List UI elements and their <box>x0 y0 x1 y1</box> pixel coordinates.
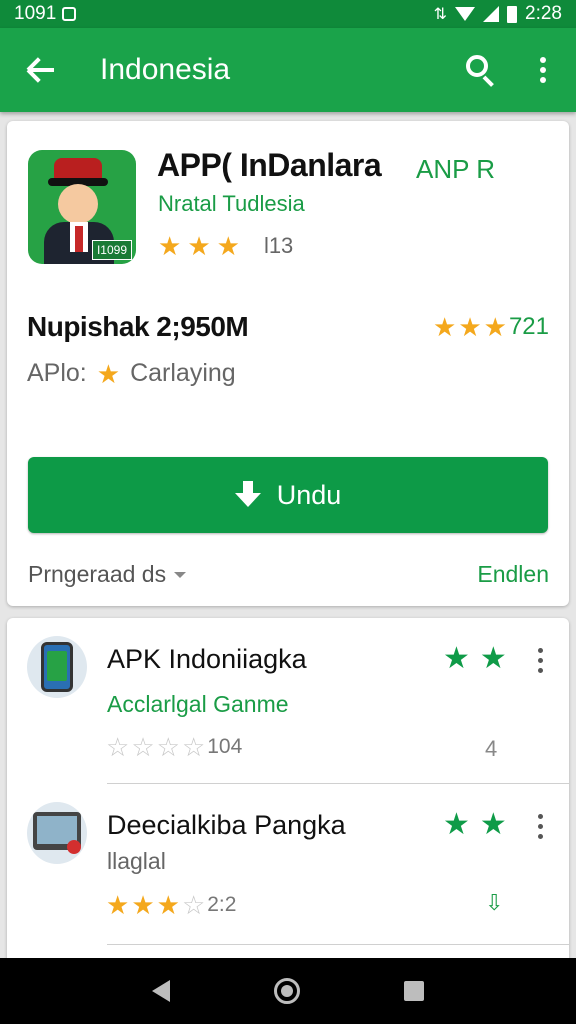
status-time-left: 1091 <box>14 3 57 24</box>
developer-link[interactable]: Nratal Tudlesia <box>158 191 305 217</box>
list-item-rating-text: 2:2 <box>207 893 237 916</box>
star-icon: ★ <box>131 890 155 920</box>
related-apps-card: APK Indoniiagka ★ ★ Acclarlgal Ganme ☆ ☆… <box>7 618 569 978</box>
list-item-stars: ★ ★ <box>443 644 507 674</box>
app-icon: I1099 <box>28 150 136 264</box>
list-item-rating: ☆ ☆ ☆ ☆ 104 <box>106 734 242 760</box>
status-bar: 1091 ⇅ 2:28 <box>0 0 576 28</box>
star-icon: ★ <box>483 312 507 342</box>
battery-icon <box>507 5 518 23</box>
page-title: Indonesia <box>100 53 231 86</box>
star-icon: ☆ <box>156 732 180 762</box>
signal-icon <box>483 6 500 22</box>
more-options-icon[interactable] <box>528 53 558 87</box>
data-icon: ⇅ <box>433 6 448 23</box>
star-icon: ★ <box>479 642 507 675</box>
app-thumbnail <box>27 636 87 698</box>
star-icon: ★ <box>158 231 182 261</box>
app-detail-card: I1099 APP( InDanlara ANP R Nratal Tudles… <box>7 121 569 606</box>
list-item-action[interactable]: ⇩ <box>485 890 503 916</box>
star-icon: ★ <box>479 808 507 841</box>
notification-icon <box>62 7 77 21</box>
star-icon: ☆ <box>106 732 130 762</box>
list-item[interactable]: APK Indoniiagka ★ ★ Acclarlgal Ganme ☆ ☆… <box>7 618 569 778</box>
nav-recents-icon[interactable] <box>404 981 424 1001</box>
list-item-title: Deecialkiba Pangka <box>107 810 346 840</box>
app-tag: ANP R <box>416 154 495 184</box>
star-icon: ★ <box>433 312 457 342</box>
list-item-subtitle: llaglal <box>107 848 166 874</box>
nav-back-icon[interactable] <box>152 980 170 1002</box>
search-icon[interactable] <box>464 53 498 87</box>
meta-value: Carlaying <box>130 359 236 387</box>
install-button-label: Undu <box>276 479 342 510</box>
status-time-right: 2:28 <box>525 3 562 24</box>
stat-rating-value: 721 <box>508 313 549 340</box>
app-bar: Indonesia <box>0 28 576 112</box>
list-item-title: APK Indoniiagka <box>107 644 307 674</box>
star-icon: ★ <box>443 808 470 841</box>
system-nav-bar <box>0 958 576 1024</box>
star-icon: ★ <box>156 890 180 920</box>
star-icon: ☆ <box>131 732 155 762</box>
app-rating: ★ ★ ★ l13 <box>158 233 293 259</box>
star-icon: ★ <box>187 231 211 261</box>
list-item-action[interactable]: 4 <box>485 736 497 762</box>
star-icon: ☆ <box>181 890 206 920</box>
download-icon <box>234 481 261 509</box>
permissions-dropdown[interactable]: Prngeraad ds <box>28 561 187 588</box>
star-icon: ★ <box>106 890 130 920</box>
app-name: APP( InDanlara <box>157 147 382 183</box>
install-button[interactable]: Undu <box>28 457 548 533</box>
star-icon: ★ <box>443 642 470 675</box>
permissions-label: Prngeraad ds <box>28 561 167 587</box>
meta-row: APlo: ★ Carlaying <box>27 359 236 388</box>
footer-link[interactable]: Endlen <box>477 561 549 588</box>
back-icon[interactable] <box>24 52 60 88</box>
list-item-rating-text: 104 <box>207 735 243 758</box>
list-item-rating: ★ ★ ★ ☆ 2:2 <box>106 892 236 918</box>
star-icon: ★ <box>458 312 482 342</box>
divider <box>107 944 569 945</box>
star-icon: ★ <box>216 231 240 261</box>
app-thumbnail <box>27 802 87 864</box>
stat-rating: ★ ★ ★ 721 <box>433 313 549 341</box>
list-item-subtitle: Acclarlgal Ganme <box>107 691 289 717</box>
star-icon: ★ <box>96 358 121 389</box>
star-icon: ☆ <box>181 732 206 762</box>
nav-home-icon[interactable] <box>274 978 300 1004</box>
meta-label: APlo: <box>27 359 87 387</box>
item-more-icon[interactable] <box>535 648 545 673</box>
stat-title: Nupishak 2;950M <box>27 311 249 342</box>
app-icon-badge: I1099 <box>91 240 132 260</box>
chevron-down-icon <box>174 571 187 578</box>
list-item-stars: ★ ★ <box>443 810 507 840</box>
item-more-icon[interactable] <box>535 814 545 839</box>
wifi-icon <box>455 7 476 21</box>
rating-count: l13 <box>263 233 294 258</box>
list-item[interactable]: Deecialkiba Pangka ★ ★ llaglal ★ ★ ★ ☆ 2… <box>7 784 569 944</box>
